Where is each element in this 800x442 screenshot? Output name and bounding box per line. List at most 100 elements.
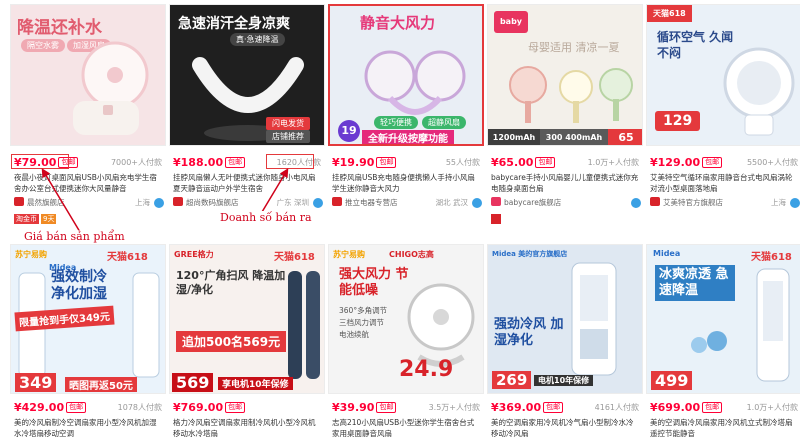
product-image[interactable]: 降温还补水 隔空水雾 加湿风扇 [10,4,166,146]
sales-count: 4161人付款 [594,403,639,412]
price-row: ¥429.00 包邮 1078人付款 [14,401,166,415]
price-row: ¥129.00 包邮 5500+人付款 [650,156,800,170]
image-price: 129 [655,111,701,131]
image-strip-1: 1200mAh [488,129,540,145]
free-shipping-tag: 包邮 [543,402,564,413]
handheld-fan-image [509,66,633,123]
chat-icon[interactable] [313,198,323,208]
shop-location: 广东 深圳 [276,198,309,207]
image-badge-1: 闪电发货 [266,117,310,130]
product-title[interactable]: 挂脖风扇懒人无叶便携式迷你随身小电风扇夏天静音运动户外学生宿舍 [173,172,321,194]
chat-icon[interactable] [154,198,164,208]
product-price: ¥429.00 [14,401,65,414]
product-title[interactable]: 格力冷风扇空调扇家用制冷风机小型冷风机移动水冷塔扇 [173,417,321,439]
price-row: ¥699.00 包邮 1.0万+人付款 [650,401,800,415]
product-card[interactable]: Midea 天猫618 冰爽凉透 急速降温 499 ¥699.00 包邮 1.0万… [646,244,800,442]
free-shipping-tag: 包邮 [225,157,246,168]
price-row: ¥39.90 包邮 3.5万+人付款 [332,401,484,415]
product-title[interactable]: 挂脖风扇USB充电随身便携懒人手持小风扇学生迷你静音大风力 [332,172,480,194]
shop-row: 超尚数码旗舰店 广东 深圳 [173,197,323,209]
shop-row: 晨然旗舰店 上海 [14,197,164,209]
free-shipping-tag: 包邮 [702,402,723,413]
chat-icon[interactable] [631,198,641,208]
chat-icon[interactable] [472,198,482,208]
product-card[interactable]: 急速消汗全身凉爽 真·急速降温 闪电发货 店铺推荐 ¥188.00 包邮 1620… [169,4,325,226]
product-title[interactable]: 美的冷风扇制冷空调扇家用小型冷风机加湿水冷塔扇移动空调 [14,417,162,439]
product-title[interactable]: babycare手持小风扇婴儿儿童便携式迷你充电随身桌面台扇 [491,172,639,194]
product-price: ¥39.90 [332,401,375,414]
product-image[interactable]: 天猫618 循环空气 久闻不闷 129 [646,4,800,146]
shop-icon [173,197,183,206]
product-price: ¥129.00 [650,156,701,169]
image-price: 499 [651,371,693,390]
image-banner: 全新升级按摩功能 [362,130,454,144]
sales-count: 55人付款 [445,158,480,167]
product-card[interactable]: 降温还补水 隔空水雾 加湿风扇 ¥79.00 包邮 7000+人付款 夜晨小夜灯桌… [10,4,166,226]
product-card[interactable]: 苏宁易购 天猫618 Midea 强效制冷 净化加湿 限量抢到手仅349元 34… [10,244,166,442]
product-grid: 降温还补水 隔空水雾 加湿风扇 ¥79.00 包邮 7000+人付款 夜晨小夜灯桌… [0,0,800,442]
shop-row: 艾美特官方旗舰店 上海 [650,197,800,209]
product-image[interactable]: baby 母婴适用 清凉一夏 1200mAh 300 400mAh 65 [487,4,643,146]
shop-icon [14,197,24,206]
product-image[interactable]: 苏宁易购 天猫618 Midea 强效制冷 净化加湿 限量抢到手仅349元 34… [10,244,166,394]
image-strip-2: 300 400mAh [540,129,608,145]
image-banner: 享电机10年保修 [218,377,293,390]
product-price: ¥769.00 [173,401,224,414]
free-shipping-tag: 包邮 [376,402,397,413]
product-title[interactable]: 志高210小风扇USB小型迷你学生宿舍台式家用桌面静音风扇 [332,417,480,439]
badges: 淘金币 9天 [14,214,58,224]
chat-icon[interactable] [790,198,800,208]
shop-location: 上海 [771,198,786,207]
shop-icon [332,197,342,206]
shop-location: 上海 [135,198,150,207]
sales-count: 1078人付款 [117,403,162,412]
product-image[interactable]: Midea 天猫618 冰爽凉透 急速降温 499 [646,244,800,394]
shop-name[interactable]: babycare旗舰店 [504,198,561,207]
shop-icon [650,197,660,206]
fan-image [73,41,149,135]
price-highlight-box [11,154,69,169]
product-card[interactable]: 苏宁易购 CHIGO志高 强大风力 节能低噪 360°多角调节 三档风力调节 电… [328,244,484,442]
sales-count: 7000+人付款 [110,158,162,167]
product-image[interactable]: 苏宁易购 CHIGO志高 强大风力 节能低噪 360°多角调节 三档风力调节 电… [328,244,484,394]
shop-name[interactable]: 艾美特官方旗舰店 [663,198,723,207]
product-card[interactable]: Midea 美的官方旗舰店 强劲冷风 加湿净化 269 电机10年保修 ¥369… [487,244,643,442]
product-title[interactable]: 艾美特空气循环扇家用静音台式电风扇涡轮对流小型桌面落地扇 [650,172,798,194]
tmall-icon [491,214,501,224]
image-strip-3: 65 [608,129,642,145]
shop-row: babycare旗舰店 [491,197,641,209]
image-price: 24.9 [399,357,454,382]
product-card[interactable]: 天猫618 循环空气 久闻不闷 129 ¥129.00 包邮 5500+人付款 艾… [646,4,800,226]
tower-fan-image [288,271,320,379]
product-price: ¥188.00 [173,156,224,169]
price-annotation-label: Giá bán sản phẩm [22,230,127,243]
product-image[interactable]: GREE格力 天猫618 120°广角扫风 降温加湿/净化 追加500名569元… [169,244,325,394]
image-banner: 电机10年保修 [534,375,594,386]
image-price: 269 [492,371,532,389]
sales-count: 1.0万+人付款 [587,158,639,167]
product-title[interactable]: 美的空调扇家用冷风机冷气扇小型制冷水冷移动冷风扇 [491,417,639,439]
sales-count: 1.0万+人付款 [746,403,798,412]
image-badge-1: 轻巧便携 [374,116,418,129]
image-badge-2: 店铺推荐 [266,130,310,143]
product-price: ¥369.00 [491,401,542,414]
sales-highlight-box [266,154,314,169]
product-title[interactable]: 美的空调扇冷风扇家用冷风机立式制冷塔扇遥控节能静音 [650,417,798,439]
price-row: ¥19.90 包邮 55人付款 [332,156,484,170]
free-shipping-tag: 包邮 [702,157,723,168]
product-card[interactable]: 静音大风力 19 轻巧便携 超静风扇 全新升级按摩功能 ¥19.90 包邮 55人… [328,4,484,226]
product-card[interactable]: GREE格力 天猫618 120°广角扫风 降温加湿/净化 追加500名569元… [169,244,325,442]
product-image[interactable]: 急速消汗全身凉爽 真·急速降温 闪电发货 店铺推荐 [169,4,325,146]
shop-name[interactable]: 晨然旗舰店 [27,198,65,207]
free-shipping-tag: 包邮 [376,157,397,168]
sales-annotation-label: Doanh số bán ra [218,211,314,224]
badge-days: 9天 [41,214,57,224]
price-row: ¥369.00 包邮 4161人付款 [491,401,643,415]
product-title[interactable]: 夜晨小夜灯桌面风扇USB小风扇充电学生宿舍办公室台式便携迷你大风量静音 [14,172,162,194]
product-image[interactable]: Midea 美的官方旗舰店 强劲冷风 加湿净化 269 电机10年保修 [487,244,643,394]
shop-name[interactable]: 超尚数码旗舰店 [186,198,239,207]
shop-row: 推立电器专营店 湖北 武汉 [332,197,482,209]
shop-name[interactable]: 推立电器专营店 [345,198,398,207]
product-image[interactable]: 静音大风力 19 轻巧便携 超静风扇 全新升级按摩功能 [328,4,484,146]
product-card[interactable]: baby 母婴适用 清凉一夏 1200mAh 300 400mAh 65 ¥65… [487,4,643,226]
